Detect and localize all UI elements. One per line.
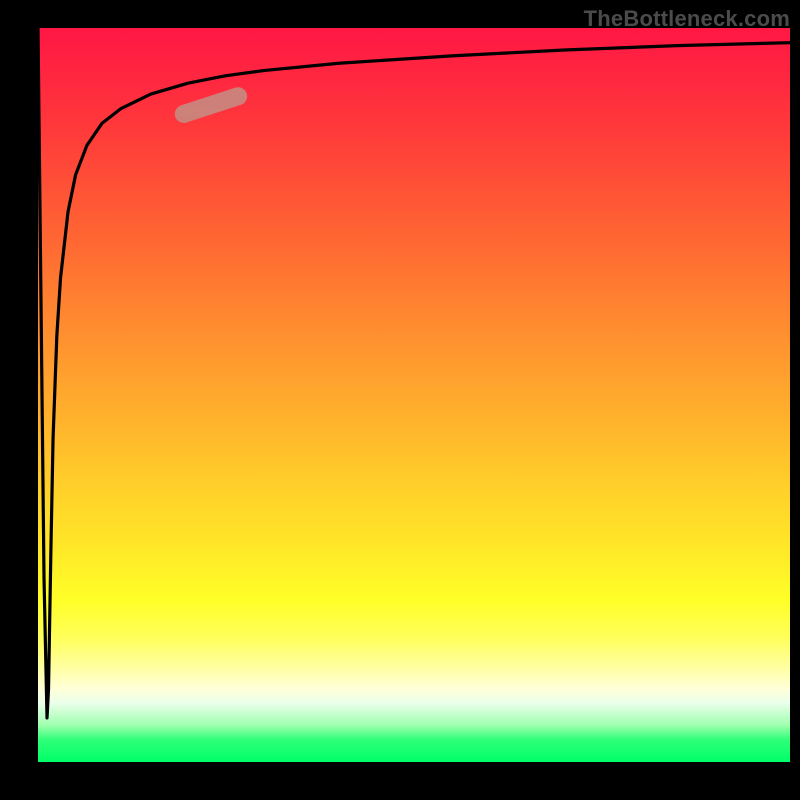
chart-container: TheBottleneck.com (0, 0, 800, 800)
y-axis-band (0, 0, 38, 800)
x-axis-band (0, 762, 800, 800)
plot-area (38, 28, 790, 762)
watermark-text: TheBottleneck.com (584, 6, 790, 32)
